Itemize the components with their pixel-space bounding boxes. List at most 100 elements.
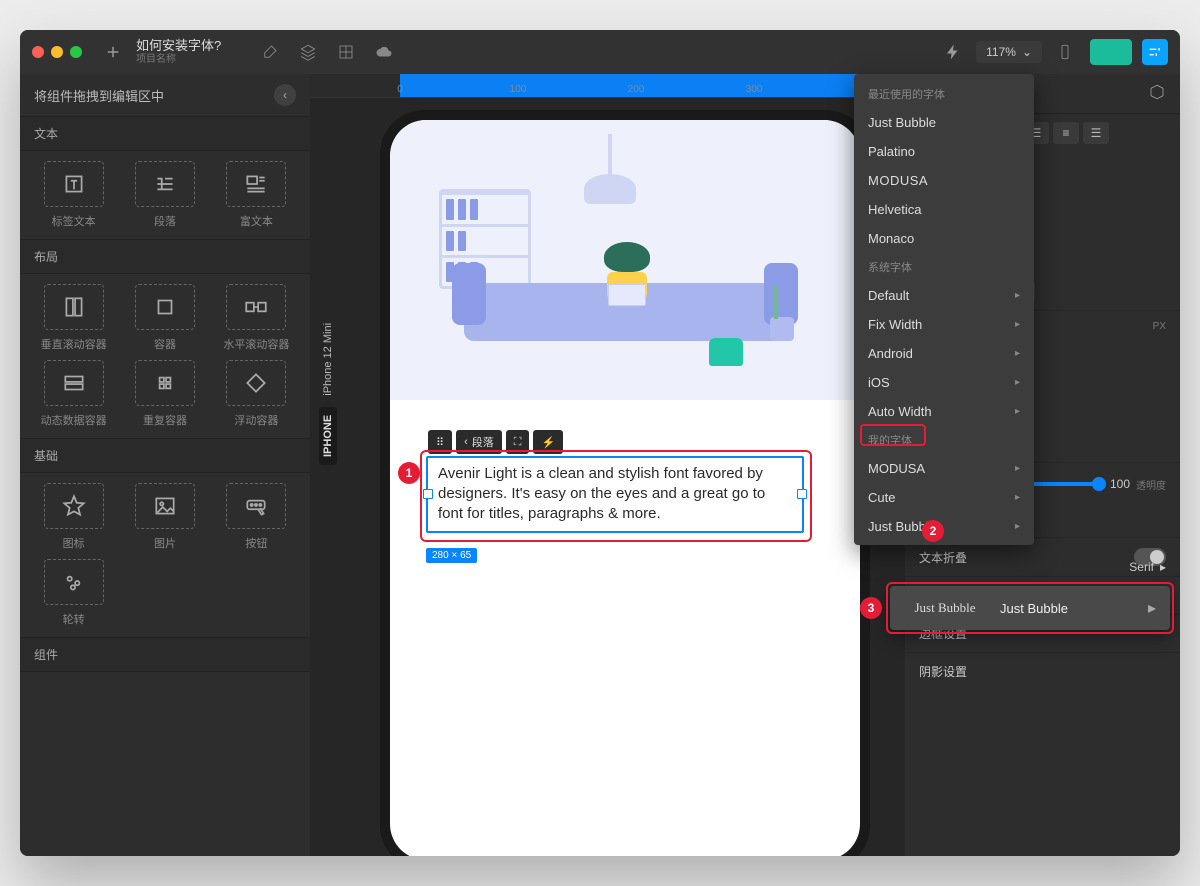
comp-image[interactable]: 图片: [123, 483, 206, 551]
collapse-panel-icon[interactable]: ‹: [274, 84, 296, 106]
canvas-area[interactable]: 0 100 200 300 400 IPHONE iPhone 12 Mini: [310, 74, 905, 856]
comp-paragraph[interactable]: 段落: [123, 161, 206, 229]
device-icon[interactable]: [1050, 37, 1080, 67]
comp-label-text[interactable]: 标签文本: [32, 161, 115, 229]
panel-header: 将组件拖拽到编辑区中 ‹: [20, 74, 310, 116]
drag-handle-icon[interactable]: ⠿: [428, 430, 452, 454]
section-components: 组件: [20, 637, 310, 672]
title-text: 如何安装字体?: [136, 39, 221, 53]
cloud-icon[interactable]: [369, 37, 399, 67]
section-layout: 布局: [20, 239, 310, 274]
font-item-my-cute[interactable]: Cute▸: [854, 483, 1034, 512]
selected-text-element[interactable]: Avenir Light is a clean and stylish font…: [426, 456, 804, 533]
layers-icon[interactable]: [293, 37, 323, 67]
font-submenu-label: Just Bubble: [1000, 601, 1134, 616]
unit-px: PX: [1153, 321, 1166, 332]
comp-carousel[interactable]: 轮转: [32, 559, 115, 627]
components-panel: 将组件拖拽到编辑区中 ‹ 文本 标签文本 段落 富文本 布局 垂直滚动容器 容器…: [20, 74, 310, 856]
comp-float[interactable]: 浮动容器: [215, 360, 298, 428]
breadcrumb-back[interactable]: ‹ 段落: [456, 430, 502, 454]
panel-hint: 将组件拖拽到编辑区中: [34, 86, 164, 105]
brush-icon[interactable]: [255, 37, 285, 67]
font-preview: Just Bubble: [890, 600, 1000, 616]
preview-button[interactable]: [1090, 39, 1132, 65]
wrap-label: 文本折叠: [919, 549, 967, 566]
font-item-autowidth[interactable]: Auto Width▸: [854, 397, 1034, 426]
minimize-icon[interactable]: [51, 46, 63, 58]
zoom-select[interactable]: 117%⌄: [976, 41, 1042, 63]
recent-fonts-header: 最近使用的字体: [854, 80, 1034, 108]
settings-icon[interactable]: [1142, 39, 1168, 65]
font-item-monaco[interactable]: Monaco: [854, 224, 1034, 253]
callout-1: 1: [398, 462, 420, 484]
font-style-select[interactable]: Serif▸: [1129, 560, 1166, 574]
font-item-my-justbubble[interactable]: Just Bubble▸: [854, 512, 1034, 541]
opacity-value: 100: [1110, 477, 1130, 491]
font-item-android[interactable]: Android▸: [854, 339, 1034, 368]
align-center-icon[interactable]: ≡: [1053, 122, 1079, 144]
ruler-horizontal: 0 100 200 300 400: [310, 74, 905, 98]
hero-illustration: [390, 120, 860, 400]
selection-toolbar: ⠿ ‹ 段落 ⛶ ⚡: [428, 430, 563, 454]
chevron-right-icon: ▸: [1015, 463, 1020, 474]
add-button[interactable]: [98, 37, 128, 67]
comp-icon[interactable]: 图标: [32, 483, 115, 551]
ruler-tick: 200: [628, 84, 645, 95]
comp-repeater[interactable]: 重复容器: [123, 360, 206, 428]
tab-3d-icon[interactable]: [1148, 83, 1166, 104]
device-name: iPhone 12 Mini: [322, 323, 334, 396]
expand-icon[interactable]: ⛶: [506, 430, 530, 454]
font-item-helvetica[interactable]: Helvetica: [854, 195, 1034, 224]
font-item-modusa[interactable]: Modusa: [854, 166, 1034, 195]
device-badge: IPHONE: [319, 407, 337, 465]
font-item-ios[interactable]: iOS▸: [854, 368, 1034, 397]
bolt-icon[interactable]: [938, 37, 968, 67]
window-controls: [32, 46, 82, 58]
system-fonts-header: 系统字体: [854, 253, 1034, 281]
action-bolt-icon[interactable]: ⚡: [533, 430, 563, 454]
titlebar: 如何安装字体? 项目名称 117%⌄: [20, 30, 1180, 74]
maximize-icon[interactable]: [70, 46, 82, 58]
ruler-tick: 300: [746, 84, 763, 95]
ruler-tick: 100: [510, 84, 527, 95]
font-submenu-selected[interactable]: Just Bubble Just Bubble ▸: [890, 586, 1170, 630]
title-subtitle: 项目名称: [136, 54, 221, 65]
font-item-fixwidth[interactable]: Fix Width▸: [854, 310, 1034, 339]
device-screen[interactable]: ⠿ ‹ 段落 ⛶ ⚡ Avenir Light is a clean and s…: [390, 120, 860, 856]
chevron-right-icon: ▸: [1015, 521, 1020, 532]
section-basic: 基础: [20, 438, 310, 473]
chevron-right-icon: ▸: [1015, 377, 1020, 388]
font-item-palatino[interactable]: Palatino: [854, 137, 1034, 166]
chevron-down-icon: ⌄: [1022, 45, 1032, 59]
section-text: 文本: [20, 116, 310, 151]
chevron-right-icon: ▸: [1160, 560, 1166, 574]
align-right-icon[interactable]: ☰: [1083, 122, 1109, 144]
opacity-label: 透明度: [1136, 477, 1166, 492]
chevron-right-icon: ▸: [1015, 319, 1020, 330]
project-title[interactable]: 如何安装字体? 项目名称: [136, 39, 221, 64]
device-frame: ⠿ ‹ 段落 ⛶ ⚡ Avenir Light is a clean and s…: [380, 110, 870, 856]
my-fonts-header: 我的字体: [854, 426, 1034, 454]
font-item-just-bubble[interactable]: Just Bubble: [854, 108, 1034, 137]
font-picker-popover: 最近使用的字体 Just Bubble Palatino Modusa Helv…: [854, 74, 1034, 545]
chevron-right-icon: ▸: [1015, 406, 1020, 417]
comp-dynamic-list[interactable]: 动态数据容器: [32, 360, 115, 428]
chevron-right-icon: ▸: [1015, 290, 1020, 301]
font-item-my-modusa[interactable]: MODUSA▸: [854, 454, 1034, 483]
close-icon[interactable]: [32, 46, 44, 58]
chevron-right-icon: ▸: [1015, 348, 1020, 359]
dimension-badge: 280 × 65: [426, 548, 477, 563]
comp-container[interactable]: 容器: [123, 284, 206, 352]
app-window: 如何安装字体? 项目名称 117%⌄ 将组件拖拽到编辑区中 ‹ 文本 标签文本 …: [20, 30, 1180, 856]
grid-icon[interactable]: [331, 37, 361, 67]
shadow-row[interactable]: 阴影设置: [905, 652, 1180, 690]
comp-vscroll[interactable]: 垂直滚动容器: [32, 284, 115, 352]
callout-2: 2: [922, 520, 944, 542]
font-item-default[interactable]: Default▸: [854, 281, 1034, 310]
comp-rich-text[interactable]: 富文本: [215, 161, 298, 229]
callout-3: 3: [860, 597, 882, 619]
comp-button[interactable]: 按钮: [215, 483, 298, 551]
device-label[interactable]: IPHONE iPhone 12 Mini: [322, 323, 334, 465]
comp-hscroll[interactable]: 水平滚动容器: [215, 284, 298, 352]
chevron-right-icon: ▸: [1134, 598, 1170, 618]
